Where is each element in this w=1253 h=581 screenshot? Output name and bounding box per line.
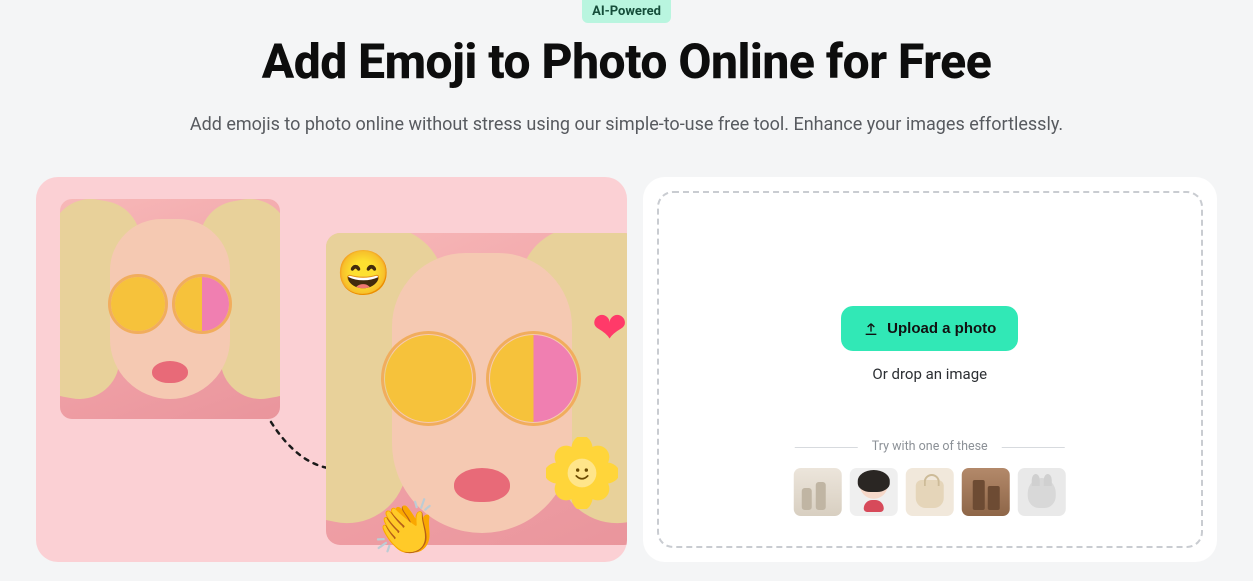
flower-emoji-icon bbox=[546, 437, 618, 513]
demo-panel: 😄 ❤ 👏 bbox=[36, 177, 627, 562]
ai-badge: AI-Powered bbox=[582, 0, 671, 23]
upload-icon bbox=[863, 321, 879, 337]
page-subtitle: Add emojis to photo online without stres… bbox=[0, 114, 1253, 135]
clapping-emoji-icon: 👏 bbox=[372, 497, 439, 560]
sample-cat[interactable] bbox=[1018, 468, 1066, 516]
samples-section: Try with one of these bbox=[659, 439, 1202, 516]
sample-handbag[interactable] bbox=[906, 468, 954, 516]
laughing-emoji-icon: 😄 bbox=[336, 247, 391, 299]
heart-emoji-icon: ❤ bbox=[592, 303, 627, 353]
sample-coffee-cups[interactable] bbox=[962, 468, 1010, 516]
upload-button[interactable]: Upload a photo bbox=[841, 306, 1018, 351]
sample-cosmetics[interactable] bbox=[794, 468, 842, 516]
page-title: Add Emoji to Photo Online for Free bbox=[0, 33, 1253, 90]
drop-hint: Or drop an image bbox=[872, 365, 987, 383]
sample-woman-portrait[interactable] bbox=[850, 468, 898, 516]
samples-label: Try with one of these bbox=[858, 439, 1002, 454]
upload-button-label: Upload a photo bbox=[887, 320, 996, 337]
dropzone[interactable]: Upload a photo Or drop an image Try with… bbox=[657, 191, 1204, 548]
upload-panel: Upload a photo Or drop an image Try with… bbox=[643, 177, 1218, 562]
demo-original-image bbox=[60, 199, 280, 419]
